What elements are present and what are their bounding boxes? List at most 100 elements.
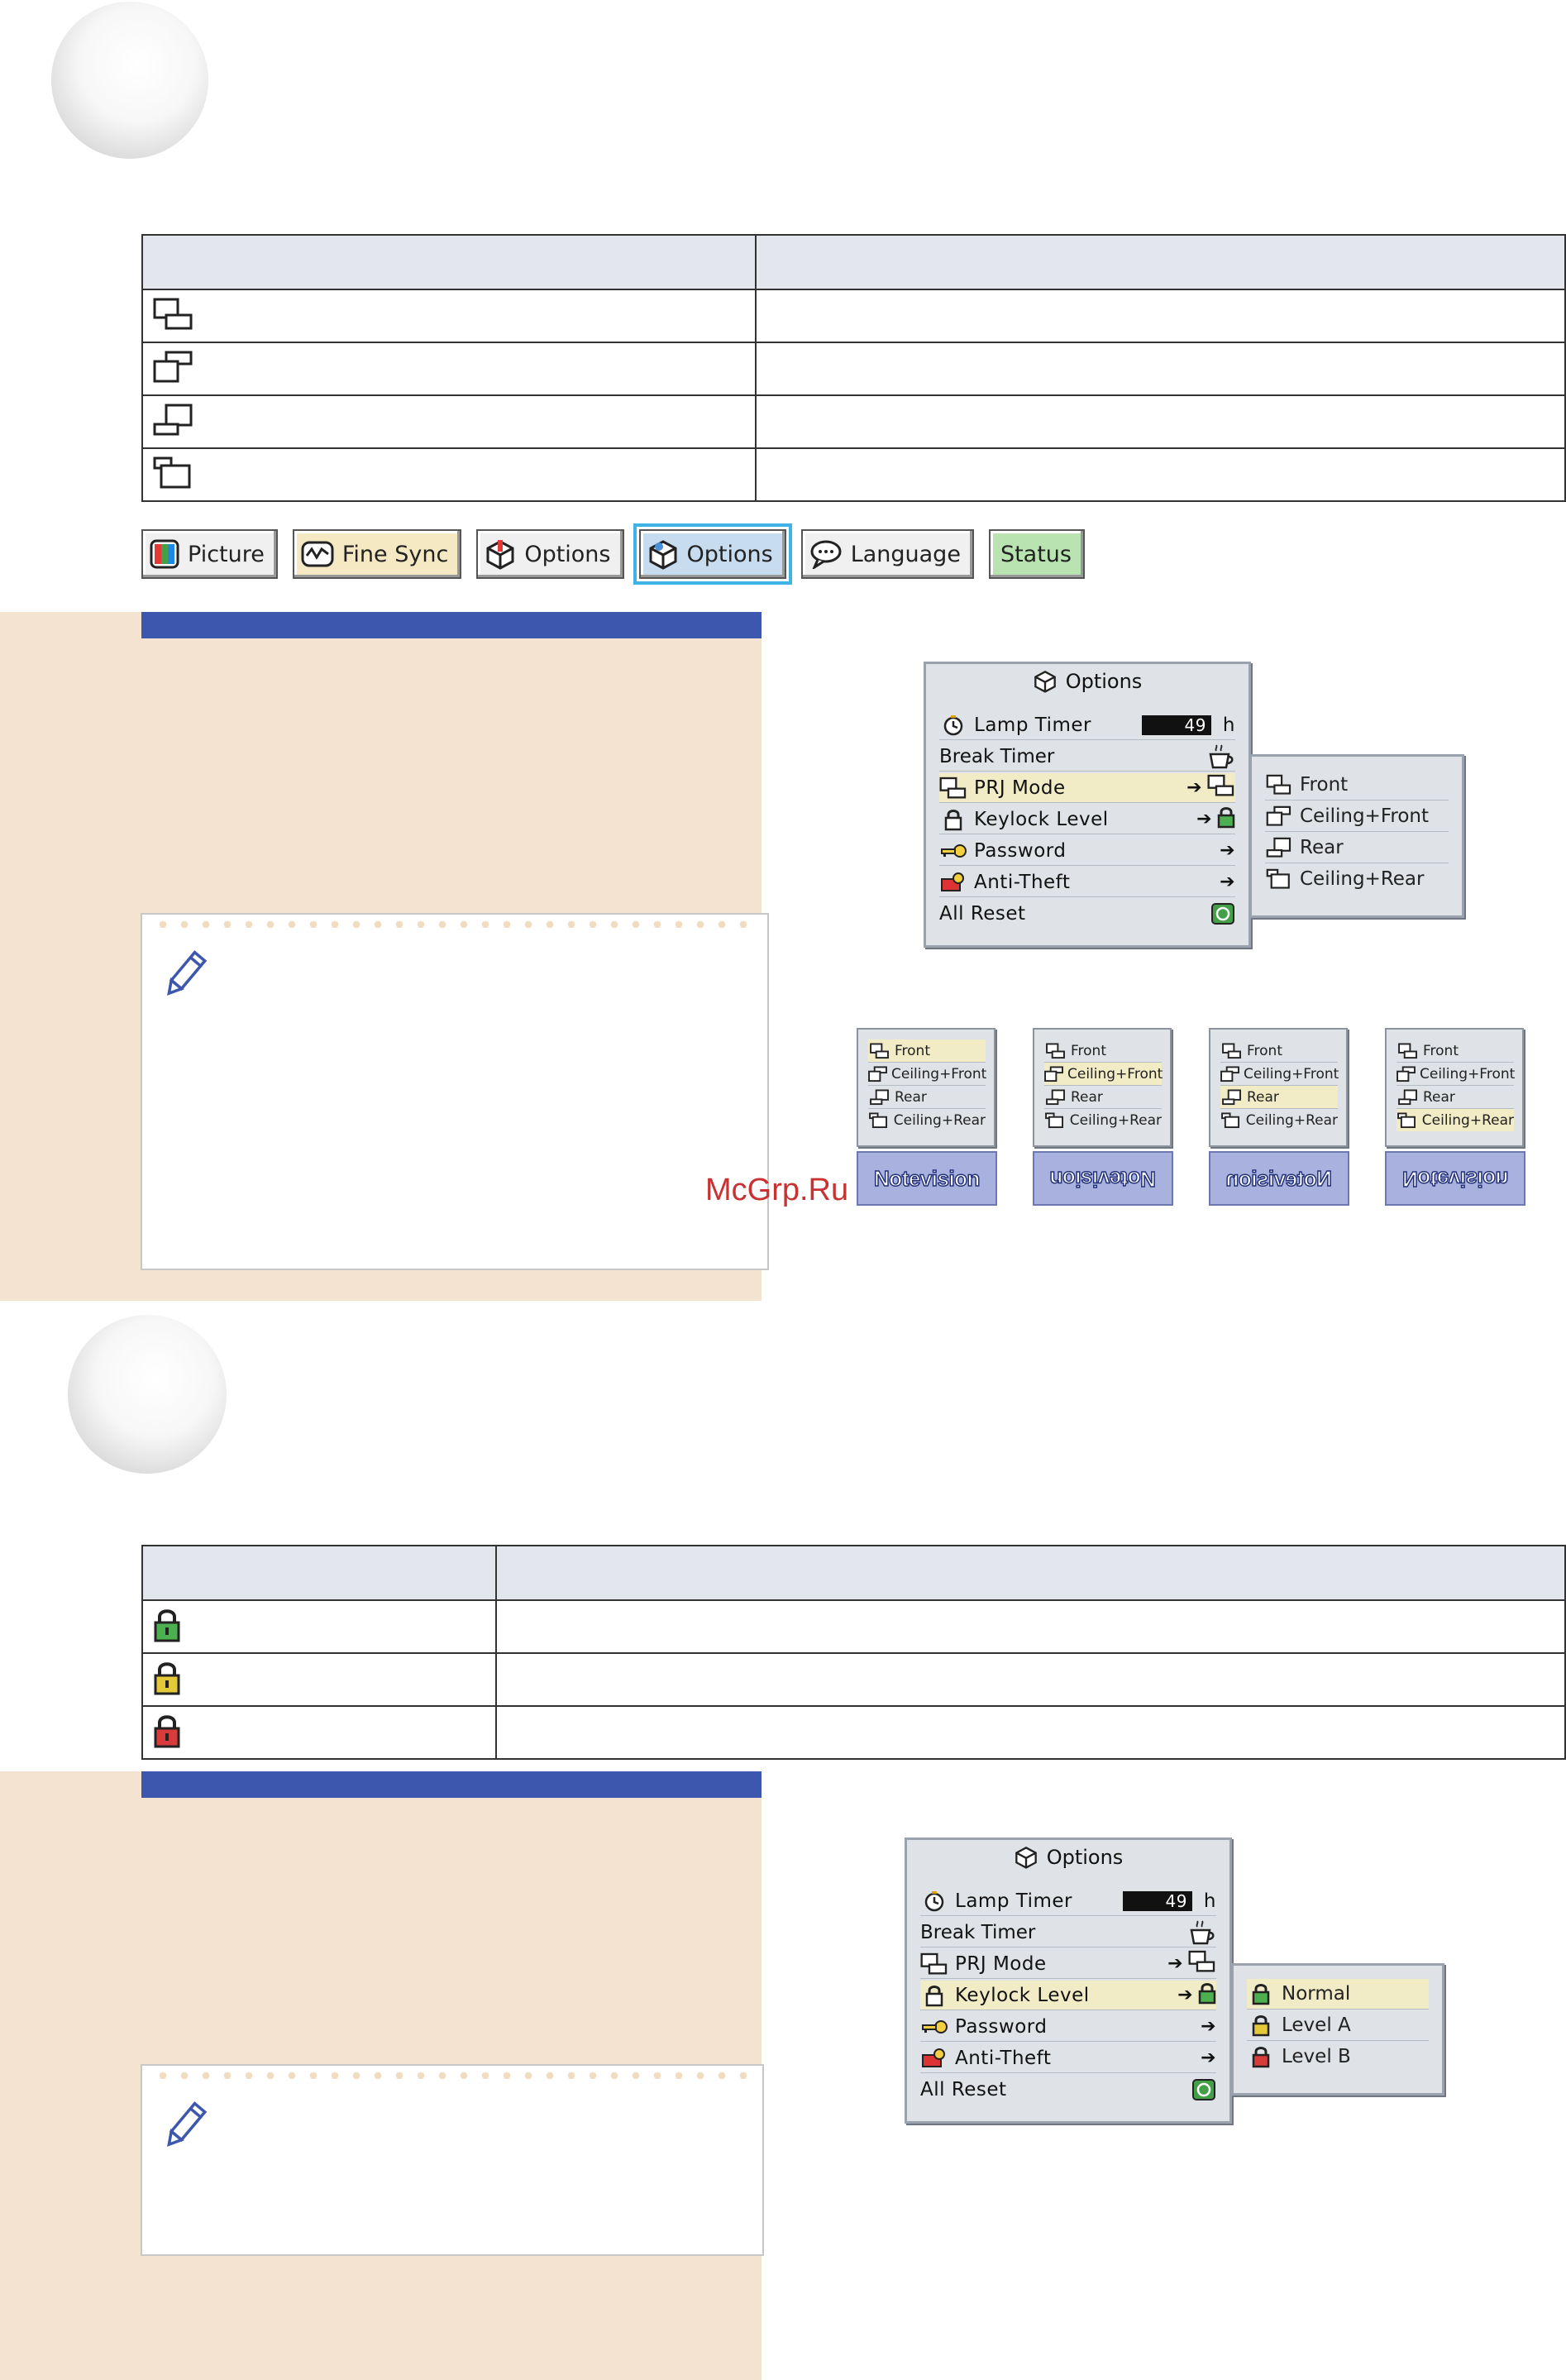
table-row	[141, 1652, 1566, 1707]
tab-status[interactable]: Status	[988, 529, 1085, 579]
osd-keylock-level-row[interactable]: Keylock Level ➔	[920, 1981, 1216, 2010]
anti-theft-icon	[920, 2047, 948, 2070]
menu-tab-strip: Picture Fine Sync Options Options Langua…	[141, 523, 1085, 585]
lock-red-icon	[1247, 2045, 1275, 2068]
prj-front-icon	[1265, 774, 1293, 796]
prj-front-small-icon	[1188, 1950, 1216, 1978]
lock-yellow-icon	[1247, 2014, 1275, 2037]
lock-green-icon	[1247, 1982, 1275, 2005]
osd-break-timer-row[interactable]: Break Timer	[920, 1918, 1216, 1947]
arrow-right-icon: ➔	[1196, 809, 1212, 829]
prj-ceiling-front-icon	[153, 350, 194, 388]
reset-icon	[1191, 2078, 1216, 2101]
arrow-right-icon: ➔	[1186, 777, 1202, 798]
osd-title: Options	[907, 1840, 1229, 1875]
arrow-right-icon: ➔	[1177, 1985, 1193, 2005]
submenu-item-ceiling-rear[interactable]: Ceiling+Rear	[1265, 864, 1449, 894]
table-row	[141, 394, 1566, 449]
reset-icon	[1210, 902, 1235, 925]
table-row	[141, 289, 1566, 343]
notevision-logo-ceiling-rear: Notevision	[1385, 1151, 1525, 1206]
prj-mode-submenu: Front Ceiling+Front Rear Ceiling+Rear	[1249, 754, 1464, 918]
osd-password-row[interactable]: Password ➔	[939, 836, 1235, 866]
prj-ceiling-front-icon	[1265, 805, 1293, 827]
submenu-item-ceiling-front[interactable]: Ceiling+Front	[1265, 801, 1449, 832]
tab-language[interactable]: Language	[800, 529, 974, 579]
arrow-right-icon: ➔	[1220, 872, 1235, 892]
submenu-item-rear[interactable]: Rear	[1265, 833, 1449, 863]
arrow-right-icon: ➔	[1167, 1953, 1183, 1974]
prj-ceiling-rear-icon	[1265, 868, 1293, 890]
submenu-item-level-b[interactable]: Level B	[1247, 2042, 1429, 2072]
options-osd-menu-2: Options Lamp Timer 49 h Break Timer PRJ M…	[905, 1838, 1232, 2124]
osd-prj-mode-row[interactable]: PRJ Mode ➔	[939, 773, 1235, 803]
tab-fine-sync[interactable]: Fine Sync	[292, 529, 462, 579]
submenu-item-level-a[interactable]: Level A	[1247, 2010, 1429, 2041]
pencil-note-icon	[157, 2099, 212, 2157]
prj-mode-icon	[920, 1952, 948, 1976]
prj-front-small-icon	[1207, 774, 1235, 802]
mini-menu-rear: Front Ceiling+Front Rear Ceiling+Rear	[1209, 1028, 1348, 1147]
pencil-note-icon	[157, 948, 212, 1006]
prj-front-icon	[153, 297, 194, 335]
arrow-right-icon: ➔	[1201, 2016, 1216, 2037]
osd-break-timer-row[interactable]: Break Timer	[939, 742, 1235, 772]
prj-mode-icon	[939, 777, 967, 800]
prj-mode-table	[141, 234, 1566, 502]
mini-menu-ceiling-front: Front Ceiling+Front Rear Ceiling+Rear	[1033, 1028, 1172, 1147]
mini-menu-ceiling-rear: Front Ceiling+Front Rear Ceiling+Rear	[1385, 1028, 1524, 1147]
osd-lamp-timer-row[interactable]: Lamp Timer 49 h	[920, 1886, 1216, 1916]
lock-red-icon	[153, 1713, 181, 1752]
lock-green-small-icon	[1217, 805, 1235, 834]
prj-ceiling-rear-icon	[153, 456, 194, 494]
note-box-2	[141, 2064, 764, 2256]
osd-anti-theft-row[interactable]: Anti-Theft ➔	[939, 867, 1235, 897]
table-row	[141, 1705, 1566, 1760]
osd-anti-theft-row[interactable]: Anti-Theft ➔	[920, 2043, 1216, 2073]
lock-icon	[939, 808, 967, 831]
table-row	[141, 1599, 1566, 1654]
anti-theft-icon	[939, 871, 967, 894]
tab-picture[interactable]: Picture	[141, 529, 278, 579]
picture-icon	[150, 539, 179, 569]
osd-prj-mode-row[interactable]: PRJ Mode ➔	[920, 1949, 1216, 1979]
osd-lamp-timer-row[interactable]: Lamp Timer 49 h	[939, 710, 1235, 740]
tab-options-2[interactable]: Options	[633, 523, 792, 585]
lock-icon	[920, 1984, 948, 2007]
arrow-right-icon: ➔	[1201, 2048, 1216, 2068]
arrow-right-icon: ➔	[1220, 840, 1235, 861]
osd-all-reset-row[interactable]: All Reset	[920, 2075, 1216, 2104]
submenu-item-normal[interactable]: Normal	[1247, 1979, 1429, 2010]
osd-all-reset-row[interactable]: All Reset	[939, 899, 1235, 928]
options1-icon	[485, 538, 516, 570]
notevision-logo-front: Notevision	[857, 1151, 997, 1206]
options-osd-menu-1: Options Lamp Timer 49 h Break Timer PRJ M…	[924, 662, 1251, 948]
keylock-submenu: Normal Level A Level B	[1231, 1963, 1444, 2096]
lock-green-small-icon	[1198, 1981, 1216, 2010]
coffee-cup-icon	[1188, 1920, 1216, 1945]
osd-keylock-level-row[interactable]: Keylock Level ➔	[939, 805, 1235, 834]
submenu-item-front[interactable]: Front	[1265, 770, 1449, 801]
lock-yellow-icon	[153, 1660, 181, 1699]
clock-icon	[920, 1890, 948, 1912]
prj-rear-icon	[1265, 837, 1293, 858]
watermark: McGrp.Ru	[705, 1173, 849, 1207]
osd-password-row[interactable]: Password ➔	[920, 2012, 1216, 2042]
panel-1-title-bar	[141, 612, 762, 638]
osd-title: Options	[926, 664, 1249, 699]
table-row	[141, 447, 1566, 502]
table-row	[141, 342, 1566, 396]
prj-table-header-2	[755, 234, 1566, 290]
prj-rear-icon	[153, 403, 194, 441]
keylock-table-header-2	[495, 1545, 1566, 1601]
tab-options-1[interactable]: Options	[476, 529, 624, 579]
options2-icon	[647, 538, 679, 570]
clock-icon	[939, 714, 967, 736]
section-circle-bottom	[68, 1315, 227, 1474]
mini-menu-front: Front Ceiling+Front Rear Ceiling+Rear	[857, 1028, 995, 1147]
section-circle-top	[51, 2, 208, 159]
fine-sync-icon	[301, 539, 334, 569]
coffee-cup-icon	[1207, 744, 1235, 769]
lamp-timer-value: 49	[1141, 714, 1211, 735]
key-icon	[939, 843, 967, 859]
